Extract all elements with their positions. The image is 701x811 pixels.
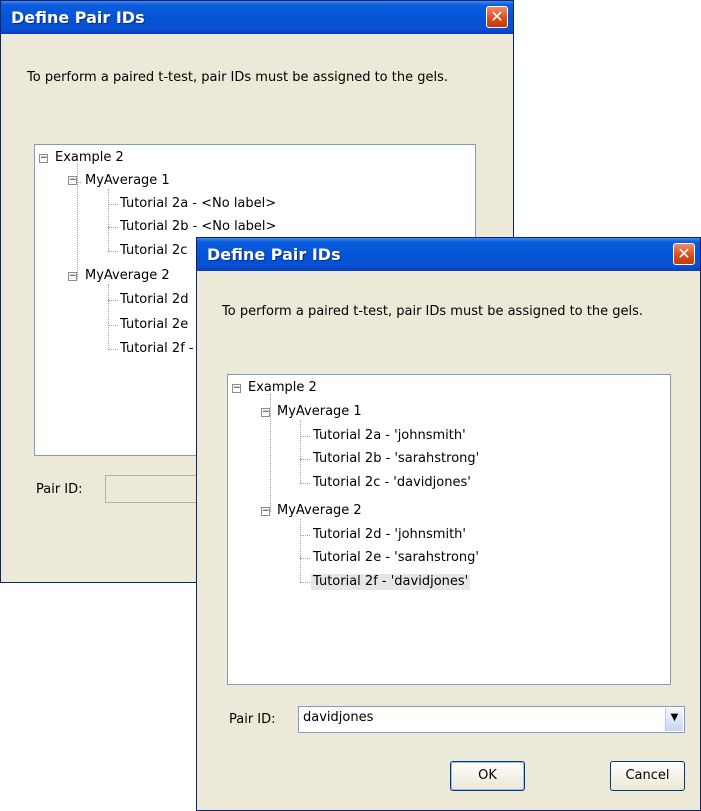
tree-item[interactable]: Tutorial 2d [120,292,188,308]
tree-connector [300,582,310,583]
tree-group[interactable]: MyAverage 2 [277,503,362,519]
tree-connector [300,535,310,536]
tree-item[interactable]: Tutorial 2a - 'johnsmith' [313,428,466,444]
tree-connector [108,189,109,251]
gel-tree[interactable]: − Example 2 − MyAverage 1 Tutorial 2a - … [227,374,671,685]
dialog-title: Define Pair IDs [207,245,341,264]
tree-item[interactable]: Tutorial 2e [120,317,188,333]
tree-connector [300,558,310,559]
tree-group[interactable]: MyAverage 2 [85,268,170,284]
tree-item[interactable]: Tutorial 2b - <No label> [120,219,276,235]
dropdown-arrow-icon[interactable]: ▼ [665,708,683,731]
tree-item[interactable]: Tutorial 2c - 'davidjones' [313,475,471,491]
tree-root[interactable]: Example 2 [248,380,317,396]
tree-connector [300,436,310,437]
tree-connector [270,394,271,512]
tree-item[interactable]: Tutorial 2d - 'johnsmith' [313,527,466,543]
minus-expander-icon[interactable]: − [232,384,241,393]
minus-expander-icon[interactable]: − [261,408,270,417]
tree-item-selected[interactable]: Tutorial 2f - 'davidjones' [311,574,471,590]
tree-connector [300,519,301,582]
minus-expander-icon[interactable]: − [68,176,77,185]
tree-connector [300,420,301,483]
tree-connector [108,349,118,350]
tree-connector [108,251,118,252]
instruction-text: To perform a paired t-test, pair IDs mus… [222,304,644,319]
tree-connector [300,483,310,484]
tree-group[interactable]: MyAverage 1 [277,404,362,420]
tree-connector [108,227,118,228]
pair-id-label: Pair ID: [36,482,83,497]
tree-group[interactable]: MyAverage 1 [85,173,170,189]
ok-button[interactable]: OK [450,761,525,791]
title-bar[interactable]: Define Pair IDs ✕ [1,1,513,34]
close-icon[interactable]: ✕ [673,243,695,265]
front-dialog: Define Pair IDs ✕ To perform a paired t-… [196,237,701,811]
tree-connector [77,182,81,183]
pair-id-value: davidjones [303,710,374,725]
tree-root[interactable]: Example 2 [55,150,124,166]
tree-connector [108,325,118,326]
tree-item[interactable]: Tutorial 2f - [120,341,194,357]
tree-item[interactable]: Tutorial 2c [120,243,187,259]
minus-expander-icon[interactable]: − [39,154,48,163]
title-bar[interactable]: Define Pair IDs ✕ [197,238,700,271]
tree-connector [108,204,118,205]
minus-expander-icon[interactable]: − [261,507,270,516]
tree-connector [108,284,109,350]
tree-connector [300,459,310,460]
tree-item[interactable]: Tutorial 2a - <No label> [120,196,276,212]
instruction-text: To perform a paired t-test, pair IDs mus… [27,70,449,85]
pair-id-dropdown[interactable]: davidjones ▼ [298,706,685,733]
close-icon[interactable]: ✕ [486,6,508,28]
tree-item[interactable]: Tutorial 2e - 'sarahstrong' [313,550,479,566]
tree-connector [108,300,118,301]
tree-item[interactable]: Tutorial 2b - 'sarahstrong' [313,451,479,467]
cancel-button[interactable]: Cancel [610,761,685,791]
dialog-title: Define Pair IDs [11,8,145,27]
pair-id-label: Pair ID: [229,712,276,727]
minus-expander-icon[interactable]: − [68,272,77,281]
